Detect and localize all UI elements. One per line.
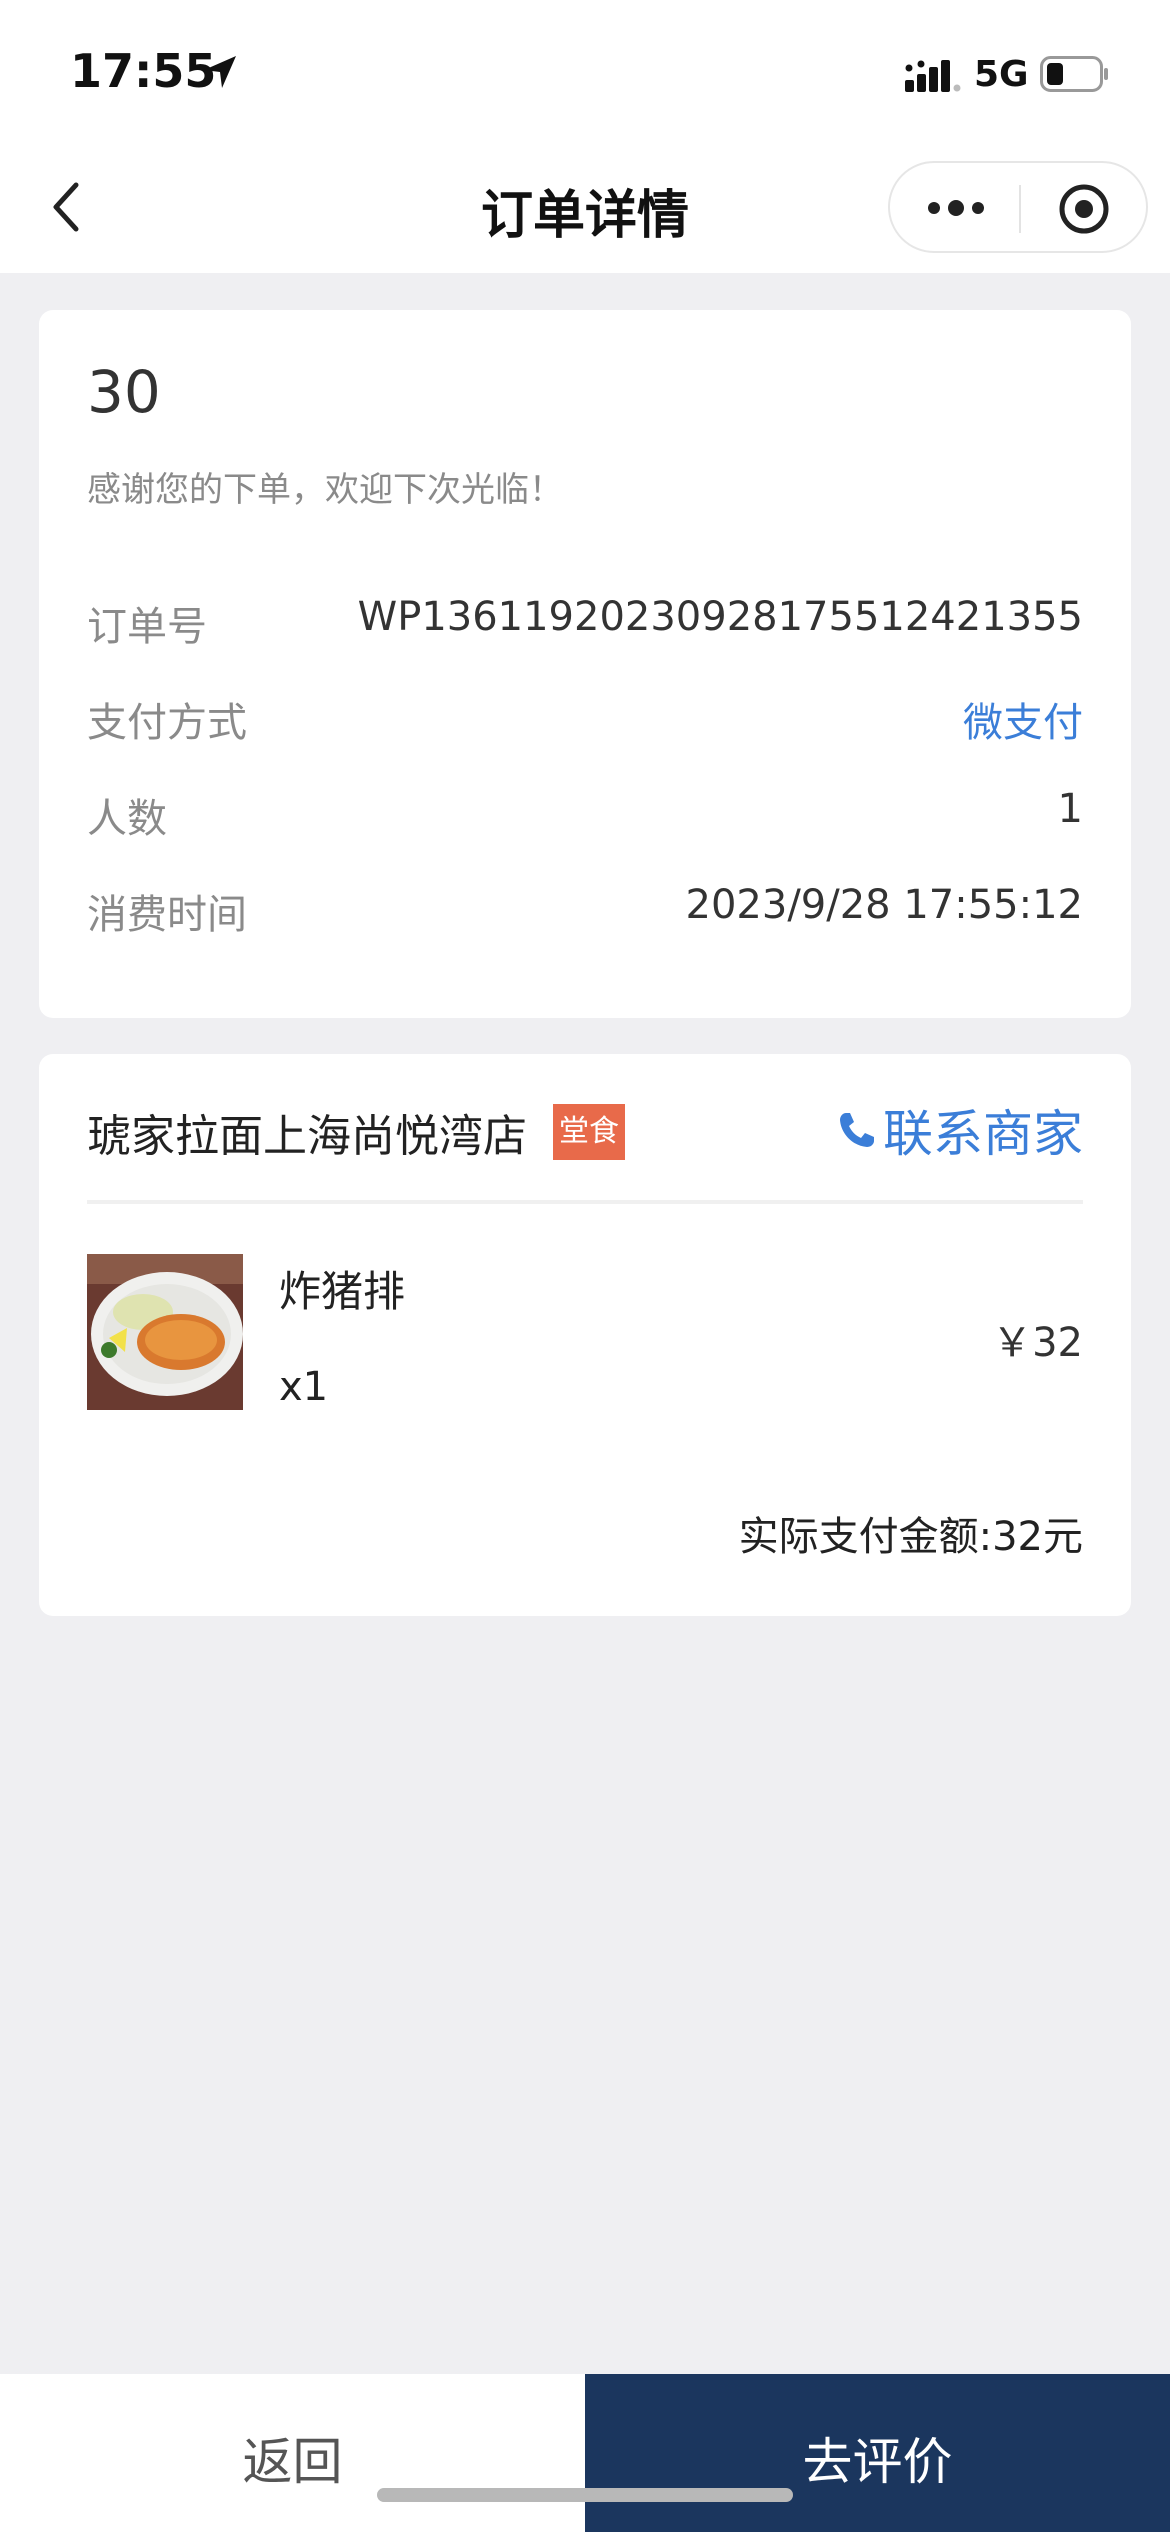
dish-price: ￥32 [992, 1320, 1083, 1366]
phone-icon [840, 1113, 874, 1147]
payment-method-value: 微支付 [963, 700, 1083, 746]
people-count-value: 1 [1057, 786, 1083, 832]
contact-merchant-button[interactable]: 联系商家 [837, 1094, 1083, 1166]
dine-in-tag: 堂食 [553, 1104, 625, 1160]
consume-time-value: 2023/9/28 17:55:12 [685, 882, 1083, 928]
thanks-message: 感谢您的下单，欢迎下次光临！ [87, 470, 563, 510]
people-count-label: 人数 [87, 796, 167, 842]
dish-image [87, 1254, 243, 1410]
order-pickup-number: 30 [87, 358, 161, 426]
order-number-value: WP1361192023092817551242135​5 [357, 594, 1083, 640]
dish-quantity: x1 [279, 1364, 329, 1410]
close-target-icon[interactable] [1058, 183, 1110, 235]
review-button-label: 去评价 [802, 2433, 953, 2491]
back-button[interactable]: 返回 [0, 2374, 585, 2532]
nav-bar: 订单详情 [0, 145, 1170, 273]
contact-merchant-label: 联系商家 [883, 1105, 1083, 1163]
back-button-label: 返回 [242, 2433, 343, 2491]
mini-program-capsule [888, 161, 1148, 253]
order-info-card: 30 感谢您的下单，欢迎下次光临！ 订单号 WP1361192023092817… [39, 310, 1131, 1018]
status-time: 17:55 [70, 44, 217, 98]
payment-method-label: 支付方式 [87, 700, 247, 746]
consume-time-label: 消费时间 [87, 892, 247, 938]
home-indicator[interactable] [377, 2488, 793, 2502]
store-name: 琥家拉面上海尚悦湾店 [87, 1111, 527, 1162]
actual-paid-amount: 实际支付金额:32元 [738, 1514, 1083, 1560]
review-button[interactable]: 去评价 [585, 2374, 1170, 2532]
battery-icon [1040, 56, 1108, 92]
network-type: 5G [974, 54, 1029, 95]
status-bar: 17:55 5G [0, 0, 1170, 145]
capsule-divider [1019, 185, 1021, 233]
card-divider [87, 1200, 1083, 1204]
more-icon[interactable] [926, 193, 986, 223]
dish-name: 炸猪排 [279, 1267, 406, 1316]
order-items-card: 琥家拉面上海尚悦湾店 堂食 联系商家 炸猪排 x1 ￥32 实际支付金额:32元 [39, 1054, 1131, 1616]
signal-icon [905, 60, 961, 92]
location-arrow-icon [204, 56, 236, 88]
order-number-label: 订单号 [87, 604, 207, 650]
